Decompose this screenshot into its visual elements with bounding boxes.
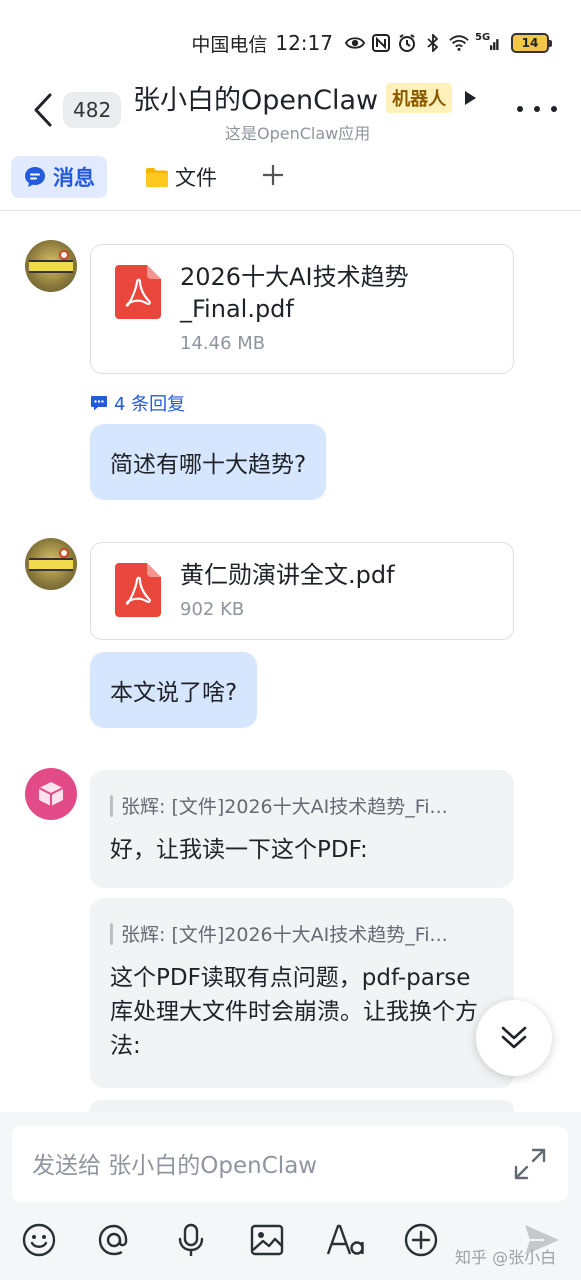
- more-dot-icon: [517, 106, 523, 112]
- network-type: 5G: [475, 32, 491, 43]
- tab-messages[interactable]: 消息: [11, 156, 107, 198]
- chat-subtitle: 这是OpenClaw应用: [225, 124, 371, 143]
- avatar-image: [59, 548, 69, 558]
- battery-level: 14: [521, 36, 539, 50]
- thread-replies-link[interactable]: 4 条回复: [90, 390, 185, 416]
- chat-bubble-icon: [23, 165, 47, 189]
- chat-tabs: 消息 文件: [11, 156, 291, 198]
- user-avatar[interactable]: [25, 538, 77, 590]
- pdf-file-icon: [115, 265, 161, 319]
- quote-text: 张辉: [文件]2026十大AI技术趋势_Fi...: [121, 796, 448, 818]
- expand-arrow-icon[interactable]: [462, 90, 478, 106]
- quoted-message[interactable]: 张辉: [文件]2026十大AI技术趋势_Fi...: [110, 792, 494, 819]
- user-avatar[interactable]: [25, 240, 77, 292]
- bot-reply-bubble[interactable]: 张辉: [文件]2026十大AI技术趋势_Fi... 这个PDF读取有点问题，p…: [90, 898, 514, 1088]
- comment-icon: [91, 396, 107, 411]
- plus-icon: [263, 164, 283, 185]
- chat-title-row[interactable]: 张小白的OpenClaw 机器人: [133, 78, 478, 117]
- folder-icon: [145, 165, 169, 189]
- bot-badge: 机器人: [386, 82, 453, 113]
- bot-avatar[interactable]: [25, 768, 77, 820]
- microphone-icon[interactable]: [173, 1222, 209, 1258]
- alarm-icon: [397, 33, 417, 53]
- chat-header: 482 张小白的OpenClaw 机器人 这是OpenClaw应用: [0, 72, 581, 152]
- signal-icon: 5G: [475, 33, 501, 53]
- mention-icon[interactable]: [96, 1222, 132, 1258]
- more-dot-icon: [534, 106, 540, 112]
- reply-text: 好，让我读一下这个PDF:: [110, 837, 368, 863]
- tab-label: 文件: [175, 166, 217, 190]
- message-bubble[interactable]: 简述有哪十大趋势?: [90, 424, 327, 500]
- nfc-icon: [371, 33, 391, 53]
- plus-circle-icon[interactable]: [403, 1222, 439, 1258]
- chat-title[interactable]: 张小白的OpenClaw: [133, 78, 378, 117]
- file-size: 902 KB: [180, 599, 245, 620]
- file-card[interactable]: 黄仁勋演讲全文.pdf 902 KB: [90, 542, 514, 640]
- expand-icon[interactable]: [512, 1146, 548, 1182]
- cube-icon: [38, 782, 64, 806]
- add-tab-button[interactable]: [255, 160, 291, 195]
- more-dot-icon: [551, 106, 557, 112]
- wifi-icon: [449, 33, 469, 53]
- status-bar: 中国电信 12:17 5G 14: [191, 28, 552, 58]
- unread-count-badge[interactable]: 482: [63, 92, 122, 128]
- emoji-icon[interactable]: [21, 1222, 57, 1258]
- file-size: 14.46 MB: [180, 333, 266, 354]
- message-input[interactable]: 发送给 张小白的OpenClaw: [12, 1126, 568, 1202]
- chevron-left-icon: [34, 93, 52, 127]
- file-card[interactable]: 2026十大AI技术趋势_Final.pdf 14.46 MB: [90, 244, 514, 374]
- bot-reply-bubble[interactable]: 张辉: [文件]2026十大AI技术趋势_Fi... 好，让我读一下这个PDF:: [90, 770, 514, 888]
- reply-text: 这个PDF读取有点问题，pdf-parse库处理大文件时会崩溃。让我换个方法:: [110, 965, 478, 1059]
- more-options-button[interactable]: [517, 94, 557, 124]
- bluetooth-icon: [423, 33, 443, 53]
- eye-icon: [345, 33, 365, 53]
- double-chevron-down-icon: [501, 1026, 527, 1049]
- watermark: 知乎 @张小白: [455, 1248, 557, 1267]
- pdf-file-icon: [115, 563, 161, 617]
- file-name: 2026十大AI技术趋势_Final.pdf: [180, 263, 409, 323]
- status-time: 12:17: [275, 31, 333, 55]
- quoted-message[interactable]: 张辉: [文件]2026十大AI技术趋势_Fi...: [110, 920, 494, 947]
- avatar-image: [29, 260, 73, 273]
- carrier-name: 中国电信: [191, 33, 268, 56]
- tab-files[interactable]: 文件: [133, 156, 229, 198]
- back-button[interactable]: [26, 90, 60, 130]
- file-name: 黄仁勋演讲全文.pdf: [180, 561, 395, 589]
- reply-count: 4 条回复: [114, 394, 186, 415]
- scroll-to-bottom-button[interactable]: [476, 1000, 552, 1076]
- battery-icon: 14: [511, 33, 552, 53]
- text-format-icon[interactable]: [326, 1222, 366, 1258]
- image-icon[interactable]: [249, 1222, 285, 1258]
- avatar-image: [59, 250, 69, 260]
- avatar-image: [29, 558, 73, 571]
- message-bubble[interactable]: 本文说了啥?: [90, 652, 258, 728]
- header-divider: [0, 210, 581, 211]
- tab-label: 消息: [53, 166, 95, 190]
- quote-text: 张辉: [文件]2026十大AI技术趋势_Fi...: [121, 924, 448, 946]
- input-placeholder: 发送给 张小白的OpenClaw: [32, 1153, 318, 1179]
